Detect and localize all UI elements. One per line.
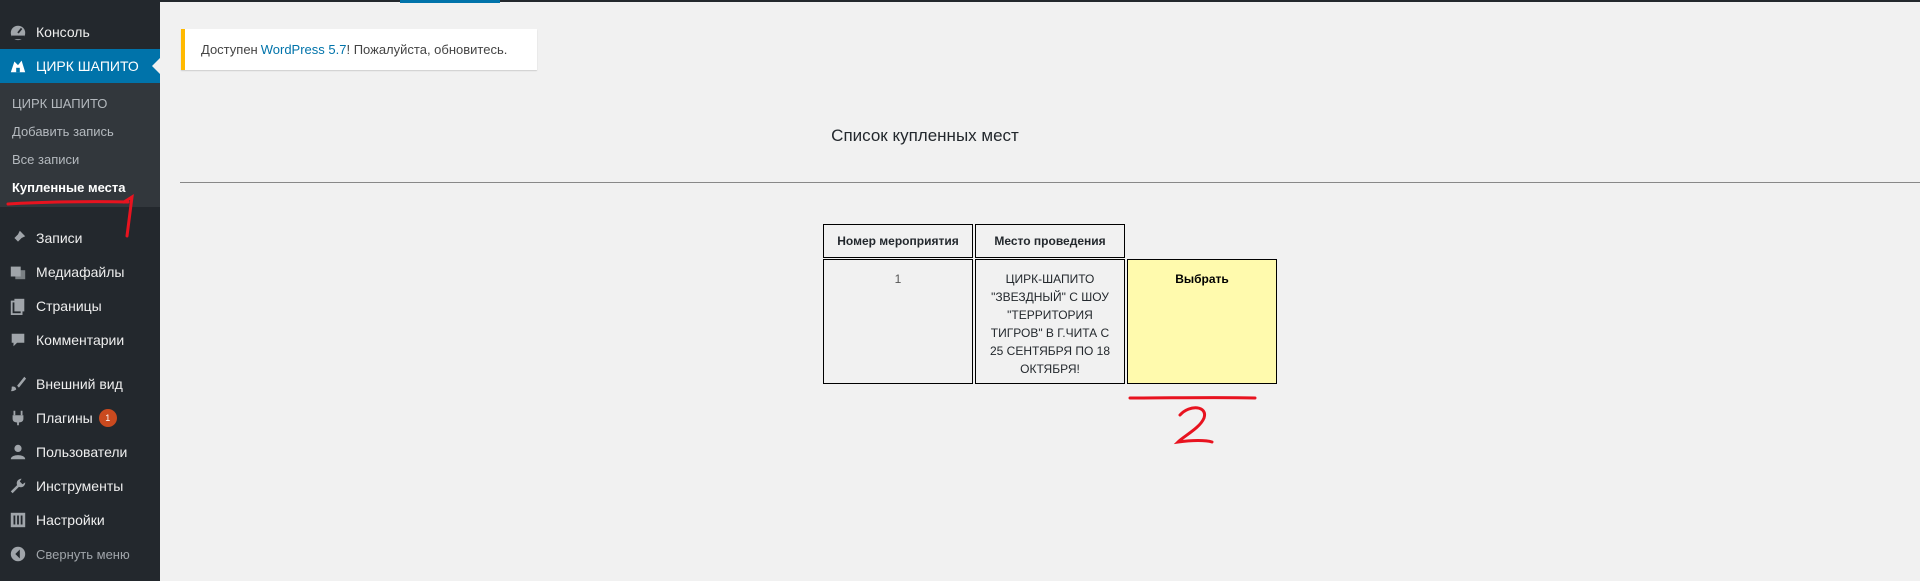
dashboard-icon bbox=[0, 23, 36, 41]
submenu-item-all-posts[interactable]: Все записи bbox=[12, 152, 79, 167]
media-icon bbox=[0, 263, 36, 281]
menu-item-label: Медиафайлы bbox=[36, 264, 125, 280]
collapse-arrow-icon bbox=[0, 545, 36, 563]
menu-item-plugins[interactable]: Плагины 1 bbox=[0, 401, 160, 435]
column-header-event-number: Номер мероприятия bbox=[823, 224, 973, 258]
settings-icon bbox=[0, 511, 36, 529]
menu-item-label: Страницы bbox=[36, 298, 102, 314]
menu-item-label: Плагины bbox=[36, 410, 93, 426]
brush-icon bbox=[0, 375, 36, 393]
menu-item-label: Комментарии bbox=[36, 332, 125, 348]
pages-icon bbox=[0, 297, 36, 315]
collapse-menu-button[interactable]: Свернуть меню bbox=[0, 537, 160, 571]
column-header-venue: Место проведения bbox=[975, 224, 1125, 258]
menu-item-comments[interactable]: Комментарии bbox=[0, 323, 160, 357]
cell-venue: ЦИРК-ШАПИТО "ЗВЕЗДНЫЙ" С ШОУ "ТЕРРИТОРИЯ… bbox=[975, 259, 1125, 384]
update-notice: Доступен WordPress 5.7 ! Пожалуйста, обн… bbox=[181, 29, 537, 70]
tent-icon bbox=[0, 57, 36, 75]
wrench-icon bbox=[0, 477, 36, 495]
notice-prefix: Доступен bbox=[201, 42, 258, 57]
menu-item-label: ЦИРК ШАПИТО bbox=[36, 58, 139, 74]
page-title: Список купленных мест bbox=[831, 126, 1019, 145]
submenu-item-add-post[interactable]: Добавить запись bbox=[12, 124, 114, 139]
menu-item-settings[interactable]: Настройки bbox=[0, 503, 160, 537]
annotation-underline-2 bbox=[1128, 396, 1257, 445]
comment-icon bbox=[0, 331, 36, 349]
top-accent-line bbox=[400, 0, 500, 3]
divider bbox=[180, 182, 1920, 183]
menu-item-pages[interactable]: Страницы bbox=[0, 289, 160, 323]
annotation-underline-1 bbox=[6, 194, 134, 238]
menu-item-label: Инструменты bbox=[36, 478, 124, 494]
admin-sidebar: Консоль ЦИРК ШАПИТО ЦИРК ШАПИТО Добавить… bbox=[0, 0, 160, 581]
menu-item-media[interactable]: Медиафайлы bbox=[0, 255, 160, 289]
collapse-label: Свернуть меню bbox=[36, 546, 130, 562]
menu-item-label: Внешний вид bbox=[36, 376, 123, 392]
plugin-icon bbox=[0, 409, 36, 427]
cell-event-number: 1 bbox=[823, 259, 973, 384]
menu-item-label: Настройки bbox=[36, 512, 105, 528]
menu-item-label: Пользователи bbox=[36, 444, 128, 460]
menu-item-appearance[interactable]: Внешний вид bbox=[0, 367, 160, 401]
menu-item-label: Консоль bbox=[36, 24, 90, 40]
menu-item-console[interactable]: Консоль bbox=[0, 15, 160, 49]
notice-suffix: ! Пожалуйста, обновитесь. bbox=[346, 42, 508, 57]
plugins-update-badge: 1 bbox=[98, 409, 117, 427]
submenu-item-circus[interactable]: ЦИРК ШАПИТО bbox=[12, 96, 107, 111]
menu-item-users[interactable]: Пользователи bbox=[0, 435, 160, 469]
select-button[interactable]: Выбрать bbox=[1127, 259, 1277, 384]
menu-item-tools[interactable]: Инструменты bbox=[0, 469, 160, 503]
current-arrow bbox=[152, 58, 160, 74]
menu-item-circus[interactable]: ЦИРК ШАПИТО bbox=[0, 49, 160, 83]
update-link[interactable]: WordPress 5.7 bbox=[261, 42, 347, 57]
user-icon bbox=[0, 443, 36, 461]
